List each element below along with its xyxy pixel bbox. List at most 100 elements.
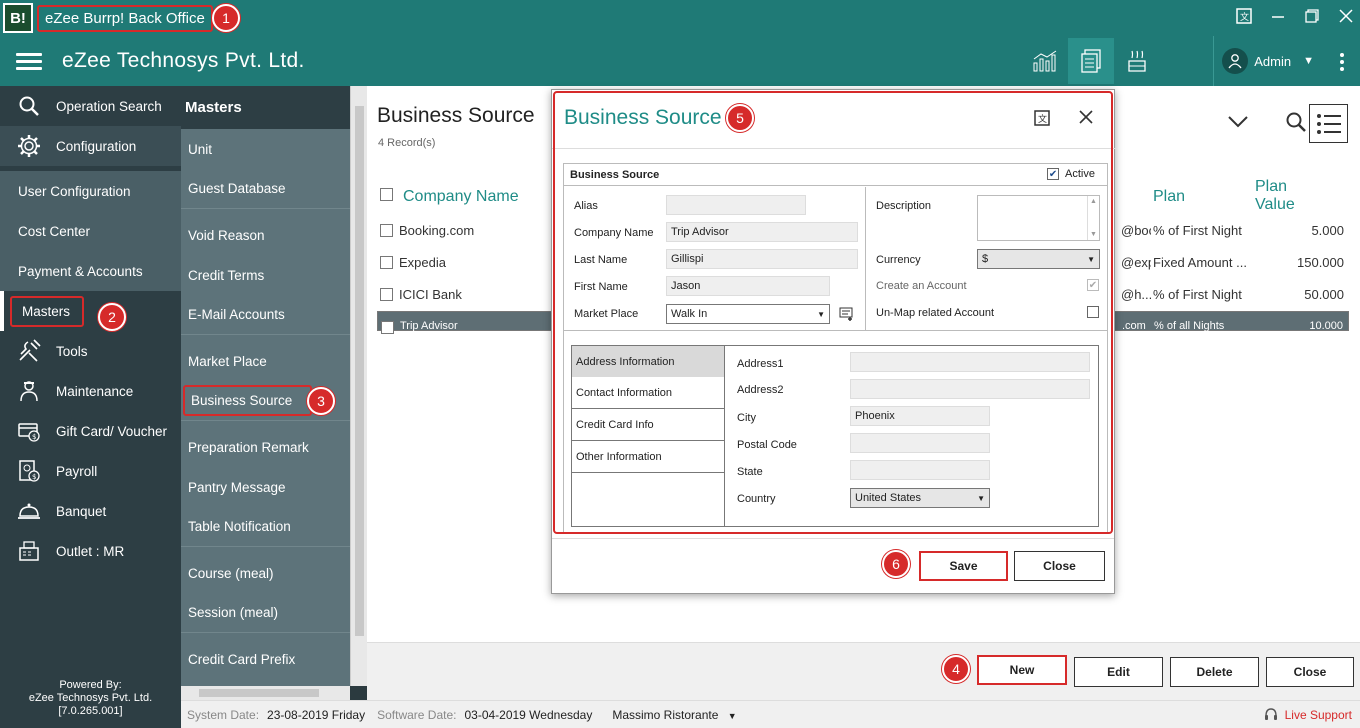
restore-icon[interactable] xyxy=(1304,8,1320,28)
masters-item-guest-database[interactable]: Guest Database xyxy=(181,169,350,209)
tab-address-information[interactable]: Address Information xyxy=(572,346,725,378)
page-title: Business Source xyxy=(377,104,535,127)
form-row-divider xyxy=(564,330,1107,331)
form-section-header: Business Source ✔ Active xyxy=(564,164,1107,186)
masters-vertical-scrollbar[interactable] xyxy=(350,86,367,686)
address2-field[interactable] xyxy=(850,379,1090,399)
masters-item-credit-terms[interactable]: Credit Terms xyxy=(181,255,350,295)
kitchen-icon[interactable] xyxy=(1114,38,1160,84)
state-label: State xyxy=(737,466,763,478)
masters-item-pantry-message[interactable]: Pantry Message xyxy=(181,467,350,507)
masters-item-label: Market Place xyxy=(188,353,267,369)
hamburger-menu-icon[interactable] xyxy=(16,49,42,74)
app-version: [7.0.265.001] xyxy=(58,705,123,717)
action-bar: New Edit Delete Close xyxy=(367,642,1360,700)
market-place-lookup-icon[interactable] xyxy=(839,306,855,325)
new-button[interactable]: New xyxy=(977,655,1067,685)
state-field[interactable] xyxy=(850,460,990,480)
nav-outlet[interactable]: Outlet : MR xyxy=(0,531,181,571)
last-name-field[interactable]: Gillispi xyxy=(666,249,858,269)
close-list-button[interactable]: Close xyxy=(1266,657,1354,687)
column-plan[interactable]: Plan xyxy=(1153,188,1185,206)
cell-email: @h... xyxy=(1121,287,1151,302)
company-name: eZee Technosys Pvt. Ltd. xyxy=(62,49,305,72)
first-name-label: First Name xyxy=(574,281,628,293)
masters-item-email-accounts[interactable]: E-Mail Accounts xyxy=(181,295,350,335)
tab-contact-information[interactable]: Contact Information xyxy=(572,377,725,409)
masters-item-credit-card-prefix[interactable]: Credit Card Prefix xyxy=(181,639,350,679)
outlet-register-icon xyxy=(16,539,42,563)
row-checkbox[interactable] xyxy=(380,288,393,301)
column-plan-value-line2: Value xyxy=(1255,196,1295,213)
edit-button[interactable]: Edit xyxy=(1074,657,1163,687)
masters-item-label: E-Mail Accounts xyxy=(188,307,285,322)
nav-banquet[interactable]: Banquet xyxy=(0,491,181,531)
live-support-link[interactable]: Live Support xyxy=(1263,707,1352,723)
nav-payment-accounts[interactable]: Payment & Accounts xyxy=(0,251,181,291)
column-company-name[interactable]: Company Name xyxy=(403,188,519,206)
masters-item-market-place[interactable]: Market Place xyxy=(181,341,350,381)
market-place-select[interactable]: Walk In ▼ xyxy=(666,304,830,324)
cell-plan-value: 150.000 xyxy=(1297,255,1344,270)
documents-icon[interactable] xyxy=(1068,38,1114,84)
masters-item-table-notification[interactable]: Table Notification xyxy=(181,507,350,547)
masters-item-void-reason[interactable]: Void Reason xyxy=(181,215,350,255)
translate-icon[interactable]: 文 xyxy=(1034,110,1050,129)
nav-tools[interactable]: Tools xyxy=(0,331,181,371)
left-navigation: Operation Search Configuration User Conf… xyxy=(0,86,181,728)
country-select[interactable]: United States ▼ xyxy=(850,488,990,508)
masters-item-unit[interactable]: Unit xyxy=(181,129,350,169)
row-checkbox[interactable] xyxy=(380,256,393,269)
masters-item-session-meal[interactable]: Session (meal) xyxy=(181,593,350,633)
active-checkbox[interactable]: ✔ Active xyxy=(1047,168,1095,180)
description-field[interactable]: ▲ ▼ xyxy=(977,195,1100,241)
outlet-selector[interactable]: Massimo Ristorante ▼ xyxy=(612,708,736,722)
app-header: eZee Technosys Pvt. Ltd. Admin ▼ xyxy=(0,36,1360,86)
masters-item-course-meal[interactable]: Course (meal) xyxy=(181,553,350,593)
select-all-checkbox[interactable] xyxy=(380,188,393,201)
alias-field[interactable] xyxy=(666,195,806,215)
nav-label: Tools xyxy=(56,343,88,359)
nav-maintenance[interactable]: Maintenance xyxy=(0,371,181,411)
save-button[interactable]: Save xyxy=(919,551,1008,581)
minimize-icon[interactable] xyxy=(1270,8,1286,28)
business-source-dialog: Business Source 文 Business Source ✔ Acti… xyxy=(551,89,1116,594)
callout-badge-1: 1 xyxy=(212,4,240,32)
row-checkbox[interactable] xyxy=(381,321,394,334)
more-options-icon[interactable] xyxy=(1340,50,1346,74)
search-icon[interactable] xyxy=(1285,111,1307,136)
cell-plan-value: 10.000 xyxy=(1309,320,1343,332)
currency-select[interactable]: $ ▼ xyxy=(977,249,1100,269)
nav-gift-card[interactable]: $ Gift Card/ Voucher xyxy=(0,411,181,451)
nav-cost-center[interactable]: Cost Center xyxy=(0,211,181,251)
nav-label: Maintenance xyxy=(56,383,134,399)
tab-other-information[interactable]: Other Information xyxy=(572,441,725,473)
nav-configuration[interactable]: Configuration xyxy=(0,126,181,166)
masters-horizontal-scrollbar[interactable] xyxy=(181,686,350,700)
city-field[interactable]: Phoenix xyxy=(850,406,990,426)
column-plan-value[interactable]: Plan Value xyxy=(1255,178,1295,214)
description-scrollbar[interactable]: ▲ ▼ xyxy=(1087,196,1099,240)
postal-code-field[interactable] xyxy=(850,433,990,453)
user-menu[interactable]: Admin ▼ xyxy=(1213,36,1314,86)
close-window-icon[interactable] xyxy=(1338,8,1354,28)
tab-credit-card-info[interactable]: Credit Card Info xyxy=(572,409,725,441)
nav-operation-search[interactable]: Operation Search xyxy=(0,86,181,126)
address1-field[interactable] xyxy=(850,352,1090,372)
nav-user-configuration[interactable]: User Configuration xyxy=(0,171,181,211)
chevron-down-icon[interactable] xyxy=(1227,115,1249,132)
row-checkbox[interactable] xyxy=(380,224,393,237)
translate-icon[interactable]: 文 xyxy=(1236,7,1252,29)
nav-masters[interactable]: Masters xyxy=(0,291,181,331)
masters-item-preparation-remark[interactable]: Preparation Remark xyxy=(181,427,350,467)
close-icon[interactable] xyxy=(1078,108,1094,131)
company-name-field[interactable]: Trip Advisor xyxy=(666,222,858,242)
reports-chart-icon[interactable] xyxy=(1022,38,1068,84)
delete-button[interactable]: Delete xyxy=(1170,657,1259,687)
dialog-close-button[interactable]: Close xyxy=(1014,551,1105,581)
list-view-button[interactable] xyxy=(1309,104,1348,143)
nav-payroll[interactable]: $ Payroll xyxy=(0,451,181,491)
first-name-field[interactable]: Jason xyxy=(666,276,830,296)
unmap-account-checkbox[interactable] xyxy=(1087,306,1099,318)
create-account-checkbox[interactable]: ✔ xyxy=(1087,279,1099,291)
